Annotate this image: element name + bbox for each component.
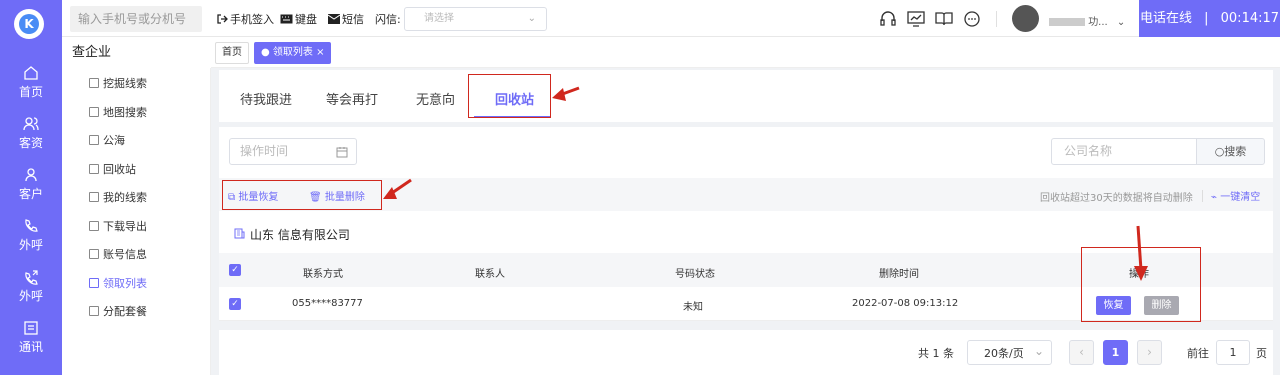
page-1-button[interactable]: 1 <box>1103 340 1128 365</box>
goto-page-input[interactable]: 1 <box>1216 340 1250 365</box>
annotation-arrow-icon <box>383 178 412 199</box>
annotation-arrows <box>383 86 1148 281</box>
annotation-arrow-icon <box>1134 225 1148 281</box>
page-size-label: 20条/页 <box>984 347 1024 360</box>
goto-label: 前往 <box>1187 347 1209 360</box>
page-size-select[interactable]: 20条/页 ⌄ <box>967 340 1052 365</box>
total-count: 共 1 条 <box>918 347 954 360</box>
prev-page-button[interactable]: ‹ <box>1069 340 1094 365</box>
chevron-right-icon: › <box>1147 345 1152 359</box>
next-page-button[interactable]: › <box>1137 340 1162 365</box>
chevron-left-icon: ‹ <box>1079 345 1084 359</box>
annotation-arrow-icon <box>552 86 580 101</box>
chevron-down-icon: ⌄ <box>1033 344 1044 358</box>
page-suffix: 页 <box>1256 347 1267 360</box>
